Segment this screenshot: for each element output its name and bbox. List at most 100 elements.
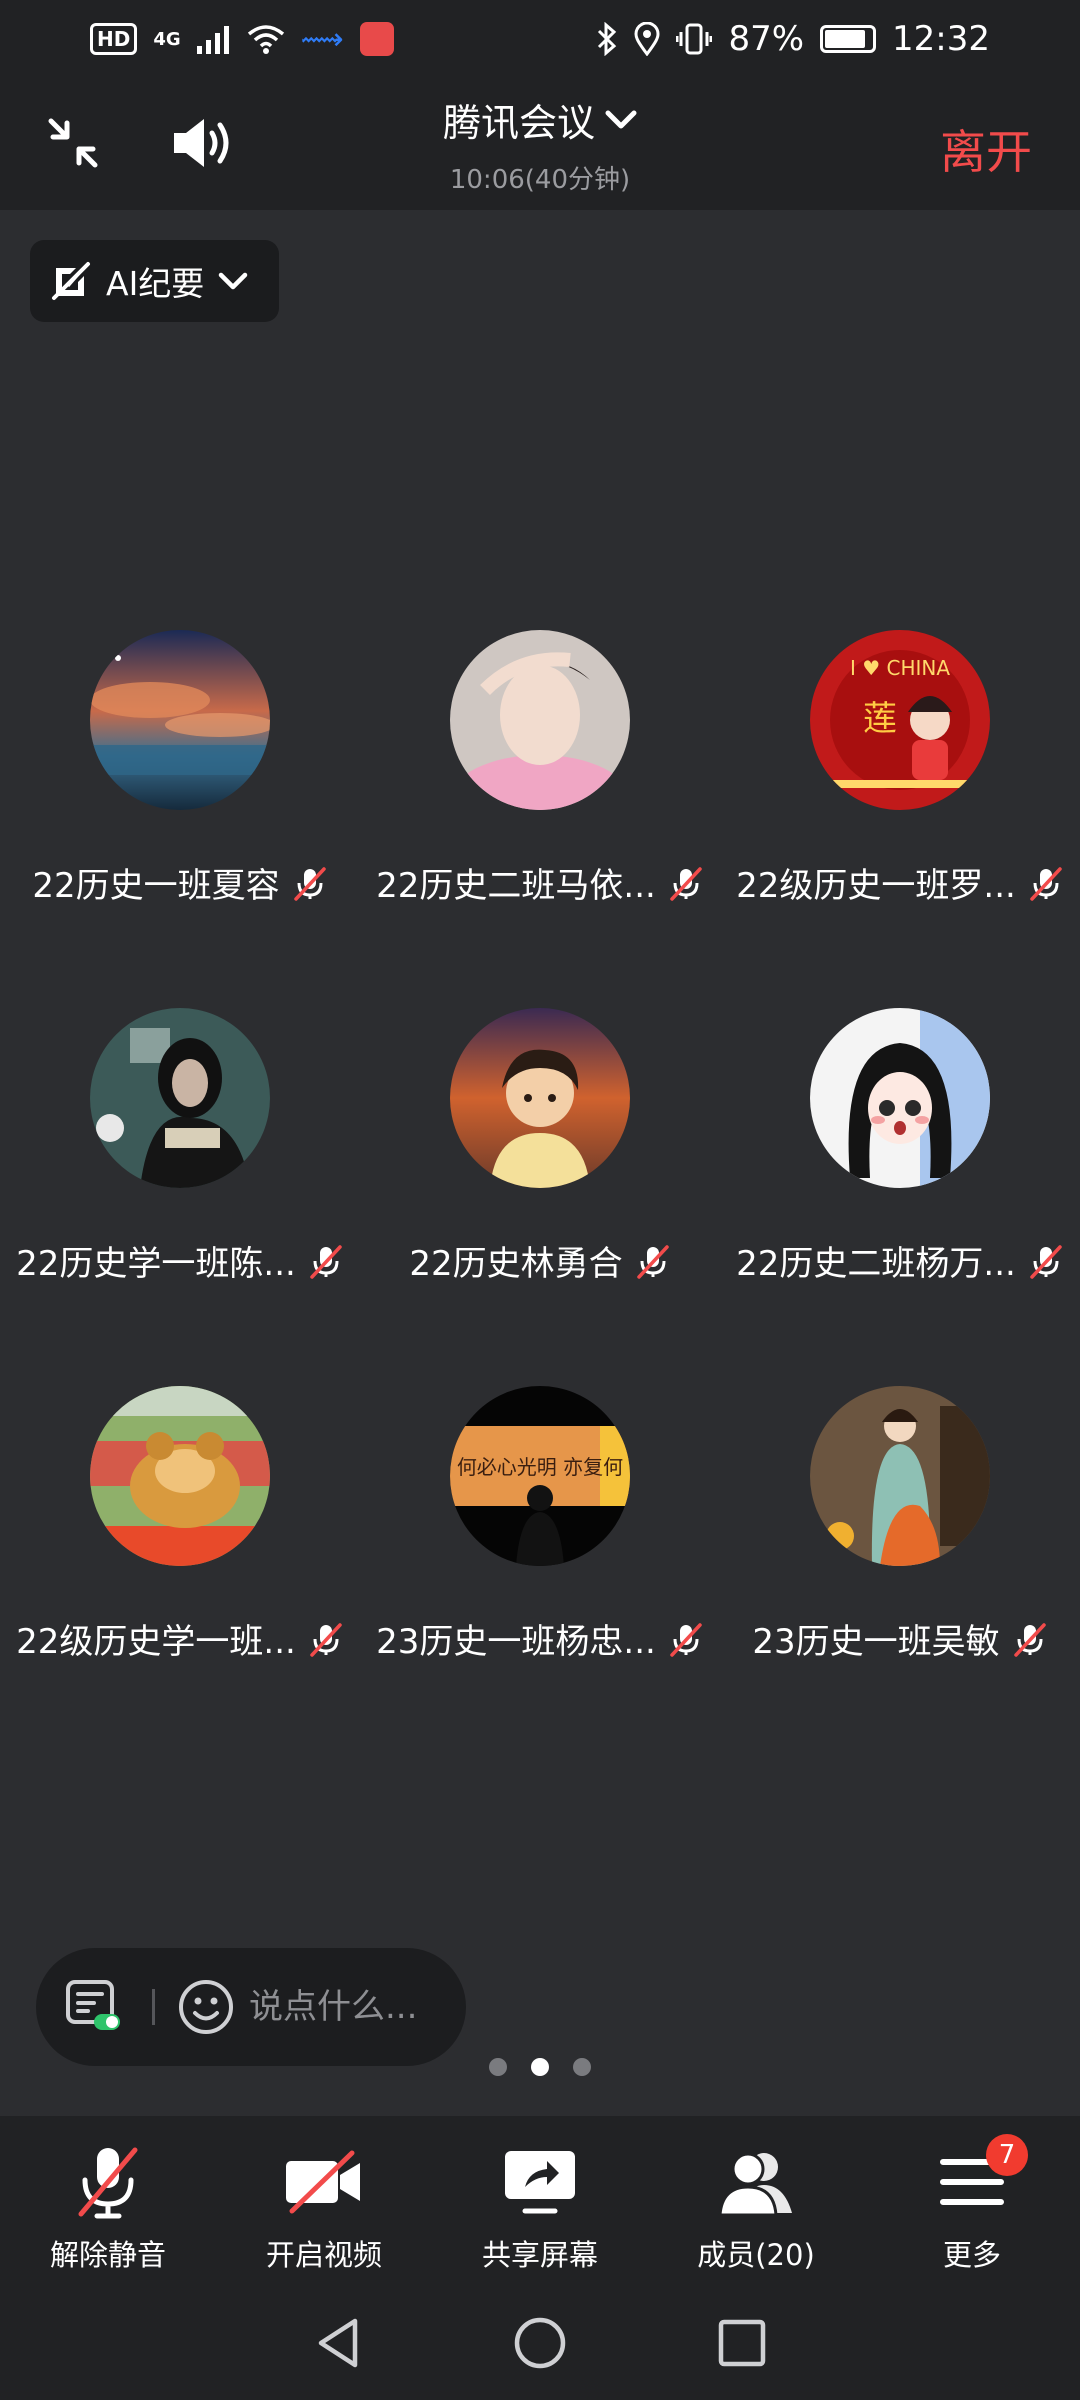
share-screen-button[interactable]: 共享屏幕 — [432, 2116, 648, 2286]
participant-name-row: 22历史一班夏容 — [0, 858, 360, 907]
location-icon — [634, 22, 660, 56]
avatar — [90, 1008, 270, 1188]
participant-tile[interactable]: 22历史学一班陈... — [0, 1008, 360, 1284]
avatar — [810, 1008, 990, 1188]
participant-name-row: 23历史一班杨忠... — [360, 1614, 720, 1663]
home-icon[interactable] — [513, 2316, 567, 2370]
muted-mic-icon — [1030, 1244, 1062, 1279]
muted-mic-icon — [310, 1244, 342, 1279]
leave-button[interactable]: 离开 — [940, 116, 1032, 182]
status-left: HD 4G ⟿ — [90, 22, 394, 57]
participant-tile[interactable]: 22级历史学一班... — [0, 1386, 360, 1662]
page-indicator — [0, 2058, 1080, 2076]
muted-mic-icon — [670, 1622, 702, 1657]
shop-app-icon — [359, 22, 394, 56]
unmute-button[interactable]: 解除静音 — [0, 2116, 216, 2286]
members-label: 成员(20) — [697, 2238, 815, 2272]
bluetooth-icon — [598, 22, 617, 56]
participant-name-row: 22级历史学一班... — [0, 1614, 360, 1663]
chat-separator — [152, 1989, 155, 2025]
avatar — [450, 630, 630, 810]
participant-name: 23历史一班杨忠... — [376, 1622, 656, 1662]
members-button[interactable]: 成员(20) — [648, 2116, 864, 2286]
meeting-title-text: 腾讯会议 — [442, 101, 595, 145]
more-badge: 7 — [986, 2134, 1028, 2176]
participant-name-row: 22历史林勇合 — [360, 1236, 720, 1285]
svg-text:何必心光明 亦复何: 何必心光明 亦复何 — [457, 1455, 623, 1479]
unmute-label: 解除静音 — [49, 2238, 166, 2272]
muted-mic-icon — [636, 1244, 669, 1279]
more-button[interactable]: 7 更多 — [864, 2116, 1080, 2286]
participant-tile[interactable]: 何必心光明 亦复何 23历史一班杨忠... — [360, 1386, 720, 1662]
start-video-label: 开启视频 — [265, 2238, 382, 2272]
muted-mic-icon — [293, 866, 326, 901]
chat-input[interactable] — [249, 1987, 449, 2027]
share-screen-icon — [495, 2144, 585, 2220]
participant-name-row: 22级历史一班罗... — [720, 858, 1080, 907]
network-type: 4G — [153, 28, 181, 50]
participant-name-row: 22历史二班杨万... — [720, 1236, 1080, 1285]
ai-minutes-icon — [52, 262, 90, 300]
avatar — [90, 630, 270, 810]
chat-list-icon[interactable] — [64, 1978, 122, 2036]
muted-mic-icon — [1030, 866, 1062, 901]
meeting-title[interactable]: 腾讯会议 — [443, 92, 637, 147]
chevron-down-icon — [605, 110, 637, 128]
participant-name: 22历史一班夏容 — [32, 866, 280, 906]
vibrate-icon — [676, 23, 713, 55]
wifi-icon — [247, 25, 284, 54]
participant-name: 22历史二班杨万... — [736, 1244, 1016, 1284]
clock: 12:32 — [892, 19, 990, 59]
participant-name-row: 22历史学一班陈... — [0, 1236, 360, 1285]
participant-name: 22级历史一班罗... — [736, 866, 1016, 906]
members-icon — [711, 2144, 801, 2220]
meeting-header: 腾讯会议 10:06(40分钟) 离开 — [0, 78, 1080, 210]
svg-text:I ♥ CHINA: I ♥ CHINA — [850, 656, 950, 680]
emoji-icon[interactable] — [177, 1978, 235, 2036]
avatar — [450, 1008, 630, 1188]
participant-name-row: 22历史二班马依... — [360, 858, 720, 907]
avatar: 何必心光明 亦复何 — [450, 1386, 630, 1566]
hd-indicator: HD — [90, 23, 138, 55]
meeting-duration: 10:06(40分钟) — [449, 165, 631, 195]
muted-mic-icon — [670, 866, 702, 901]
status-right: 87% 12:32 — [596, 19, 990, 59]
start-video-button[interactable]: 开启视频 — [216, 2116, 432, 2286]
avatar — [90, 1386, 270, 1566]
participant-name: 23历史一班吴敏 — [752, 1622, 1000, 1662]
chevron-down-icon — [219, 272, 248, 290]
muted-mic-icon — [63, 2144, 153, 2220]
avatar: I ♥ CHINA 莲 — [810, 630, 990, 810]
participant-tile[interactable]: 22历史一班夏容 — [0, 630, 360, 906]
muted-mic-icon — [1013, 1622, 1046, 1657]
battery-icon — [820, 25, 877, 53]
page-dot[interactable] — [489, 2058, 507, 2076]
battery-percent: 87% — [728, 19, 805, 59]
participant-tile[interactable]: 22历史林勇合 — [360, 1008, 720, 1284]
system-nav-bar — [0, 2286, 1080, 2400]
page-dot[interactable] — [573, 2058, 591, 2076]
participant-name: 22历史林勇合 — [409, 1244, 623, 1284]
avatar — [810, 1386, 990, 1566]
ai-minutes-button[interactable]: AI纪要 — [30, 240, 279, 322]
status-bar: HD 4G ⟿ 87% 12:32 — [0, 0, 1080, 78]
video-off-icon — [279, 2144, 369, 2220]
meeting-title-area[interactable]: 腾讯会议 10:06(40分钟) — [0, 92, 1080, 196]
ai-minutes-label: AI纪要 — [106, 264, 205, 303]
share-screen-label: 共享屏幕 — [481, 2238, 598, 2272]
participant-name: 22历史学一班陈... — [16, 1244, 296, 1284]
app-notification-icon: ⟿ — [300, 21, 344, 57]
back-icon[interactable] — [313, 2315, 363, 2371]
muted-mic-icon — [310, 1622, 342, 1657]
svg-text:莲: 莲 — [863, 699, 897, 739]
signal-icon — [196, 26, 229, 54]
chat-bar — [36, 1948, 466, 2066]
battery-level — [825, 30, 866, 48]
recents-icon[interactable] — [717, 2318, 767, 2368]
participant-tile[interactable]: 22历史二班马依... — [360, 630, 720, 906]
page-dot-active[interactable] — [531, 2058, 549, 2076]
participant-tile[interactable]: 23历史一班吴敏 — [720, 1386, 1080, 1662]
more-label: 更多 — [942, 2238, 1001, 2272]
participant-tile[interactable]: I ♥ CHINA 莲 22级历史一班罗... — [720, 630, 1080, 906]
participant-tile[interactable]: 22历史二班杨万... — [720, 1008, 1080, 1284]
